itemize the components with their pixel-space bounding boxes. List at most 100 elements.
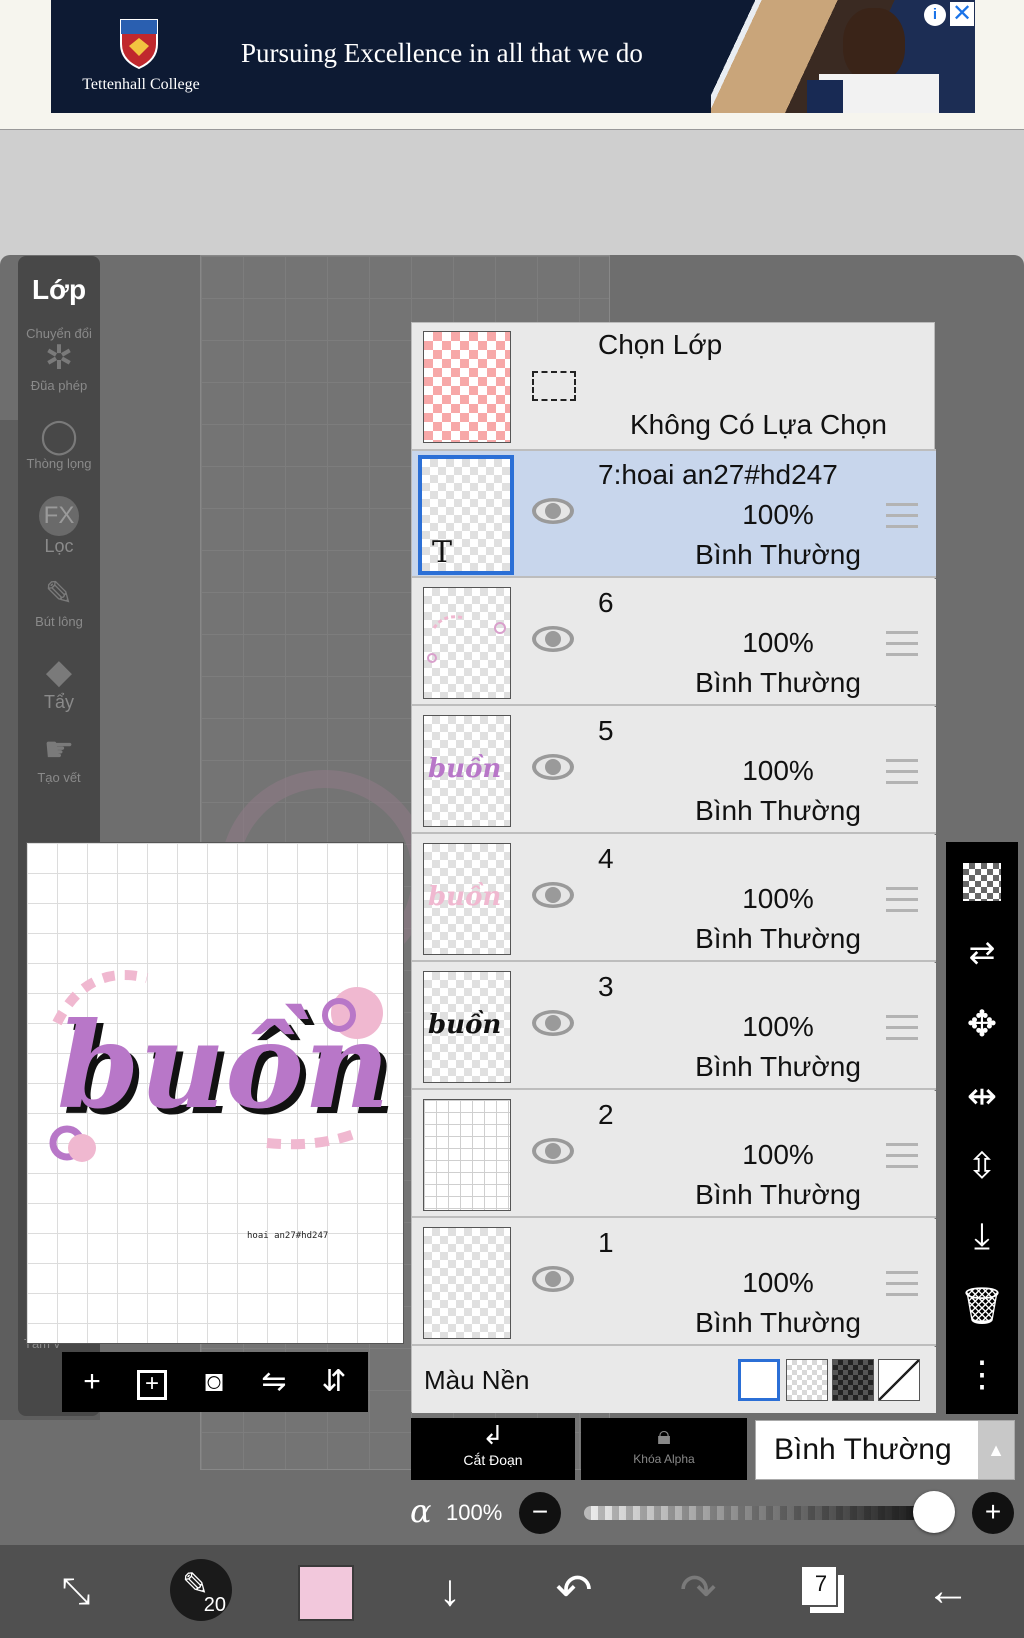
close-icon[interactable]: ✕ bbox=[950, 2, 974, 26]
lasso-icon: ◯ bbox=[39, 417, 79, 455]
layer-panel: Chọn Lớp Không Có Lựa Chọn T 7:hoai an27… bbox=[411, 322, 936, 1413]
layer-opacity: 100% bbox=[742, 499, 814, 530]
layer-row[interactable]: T 7:hoai an27#hd247 100% Bình Thường bbox=[412, 451, 936, 578]
alpha-symbol: α bbox=[410, 1492, 432, 1530]
tool-smudge[interactable]: ☛ Tạo vết bbox=[18, 730, 100, 785]
trash-icon[interactable]: 🗑︎ bbox=[946, 1274, 1018, 1338]
drag-handle-icon[interactable] bbox=[886, 1015, 918, 1041]
merge-down-icon[interactable]: ⤓ bbox=[946, 1204, 1018, 1268]
selection-status: Không Có Lựa Chọn bbox=[630, 409, 887, 440]
opacity-slider-handle[interactable] bbox=[913, 1491, 955, 1533]
tool-magic-wand[interactable]: ✲ Đũa phép bbox=[18, 338, 100, 393]
layer-opacity: 100% bbox=[742, 755, 814, 786]
bg-white-swatch[interactable] bbox=[738, 1359, 780, 1401]
layer-thumbnail bbox=[423, 587, 511, 699]
arrow-down-icon[interactable]: ↓ bbox=[420, 1561, 480, 1621]
fx-filter-icon: FX bbox=[18, 496, 100, 536]
preview-credit-text: hoai an27#hd247 bbox=[247, 1231, 329, 1241]
visibility-eye-icon[interactable] bbox=[530, 1135, 576, 1167]
blend-mode-value: Bình Thường bbox=[774, 1433, 952, 1466]
back-arrow-icon[interactable]: ← bbox=[918, 1561, 978, 1621]
layer-blend-mode: Bình Thường bbox=[695, 1179, 861, 1210]
selection-thumbnail bbox=[423, 331, 511, 443]
camera-icon[interactable]: ◙ bbox=[192, 1360, 236, 1404]
visibility-eye-icon[interactable] bbox=[530, 1007, 576, 1039]
visibility-eye-icon[interactable] bbox=[530, 751, 576, 783]
transparency-checker-icon[interactable] bbox=[946, 848, 1018, 912]
flip-vertical-icon[interactable]: ⇵ bbox=[312, 1360, 356, 1404]
bg-none-swatch[interactable] bbox=[878, 1359, 920, 1401]
swap-layers-icon[interactable]: ⇄ bbox=[946, 920, 1018, 984]
flip-vertical-icon[interactable]: ⇳ bbox=[946, 1134, 1018, 1198]
visibility-eye-icon[interactable] bbox=[530, 495, 576, 527]
layer-name: 2 bbox=[598, 1099, 614, 1130]
flip-horizontal-icon[interactable]: ⇹ bbox=[946, 1064, 1018, 1128]
alpha-lock-button[interactable]: 🔒︎ Khóa Alpha bbox=[581, 1418, 747, 1480]
undo-icon[interactable]: ↶ bbox=[544, 1561, 604, 1621]
drag-handle-icon[interactable] bbox=[886, 631, 918, 657]
layer-row[interactable]: 6 100% Bình Thường bbox=[412, 579, 936, 706]
canvas-preview[interactable]: buồn buồn hoai an27#hd247 bbox=[26, 842, 404, 1344]
brush-size-button[interactable]: ✎ 20 bbox=[170, 1559, 232, 1621]
magic-wand-icon: ✲ bbox=[44, 339, 74, 377]
bg-light-checker-swatch[interactable] bbox=[786, 1359, 828, 1401]
opacity-slider[interactable] bbox=[584, 1506, 934, 1520]
smudge-icon: ☛ bbox=[43, 731, 75, 769]
layer-blend-mode: Bình Thường bbox=[695, 539, 861, 570]
layer-name: 4 bbox=[598, 843, 614, 874]
ad-banner-strip: Tettenhall College Pursuing Excellence i… bbox=[0, 0, 1024, 130]
tool-lasso[interactable]: ◯ Thòng lọng bbox=[18, 416, 100, 471]
visibility-eye-icon[interactable] bbox=[530, 1263, 576, 1295]
layer-thumbnail bbox=[423, 1099, 511, 1211]
bg-dark-checker-swatch[interactable] bbox=[832, 1359, 874, 1401]
layer-opacity: 100% bbox=[742, 627, 814, 658]
layer-blend-mode: Bình Thường bbox=[695, 667, 861, 698]
opacity-decrease-button[interactable]: − bbox=[519, 1492, 561, 1534]
layer-blend-mode: Bình Thường bbox=[695, 1051, 861, 1082]
visibility-eye-icon[interactable] bbox=[530, 623, 576, 655]
tool-brush[interactable]: ✎ Bút lông bbox=[18, 574, 100, 629]
eraser-icon: ◆ bbox=[45, 653, 73, 691]
ad-college-name: Tettenhall College bbox=[82, 76, 200, 93]
clipping-arrow-icon: ↲ bbox=[482, 1420, 504, 1450]
transform-tool-icon[interactable]: ⤡ bbox=[46, 1561, 106, 1621]
selection-layer-row[interactable]: Chọn Lớp Không Có Lựa Chọn bbox=[412, 323, 936, 451]
drag-handle-icon[interactable] bbox=[886, 1143, 918, 1169]
drag-handle-icon[interactable] bbox=[886, 503, 918, 529]
tool-filter[interactable]: FX Lọc bbox=[18, 496, 100, 557]
marquee-selection-icon bbox=[532, 371, 576, 401]
layers-button[interactable]: 7 bbox=[800, 1565, 846, 1615]
add-layer-icon[interactable]: + bbox=[70, 1360, 114, 1404]
current-color-swatch[interactable] bbox=[298, 1565, 354, 1621]
flip-horizontal-icon[interactable]: ⇋ bbox=[252, 1360, 296, 1404]
ad-banner[interactable]: Tettenhall College Pursuing Excellence i… bbox=[51, 0, 975, 113]
info-icon[interactable]: i bbox=[924, 4, 946, 26]
layer-row[interactable]: buồn 5 100% Bình Thường bbox=[412, 707, 936, 834]
layer-row[interactable]: 1 100% Bình Thường bbox=[412, 1219, 936, 1346]
right-toolbar: ⇄ ✥ ⇹ ⇳ ⤓ 🗑︎ ⋮ bbox=[946, 842, 1018, 1414]
tool-eraser[interactable]: ◆ Tẩy bbox=[18, 652, 100, 713]
chevron-up-icon: ▲ bbox=[978, 1421, 1014, 1479]
redo-icon[interactable]: ↷ bbox=[668, 1561, 728, 1621]
move-icon[interactable]: ✥ bbox=[946, 992, 1018, 1056]
clipping-button[interactable]: ↲ Cắt Đoạn bbox=[411, 1418, 575, 1480]
layer-row[interactable]: 2 100% Bình Thường bbox=[412, 1091, 936, 1218]
blend-mode-select[interactable]: Bình Thường ▲ bbox=[755, 1420, 1015, 1480]
layer-name: 7:hoai an27#hd247 bbox=[598, 459, 838, 490]
layer-opacity: 100% bbox=[742, 1011, 814, 1042]
layer-row[interactable]: buồn 3 100% Bình Thường bbox=[412, 963, 936, 1090]
layer-blend-mode: Bình Thường bbox=[695, 795, 861, 826]
layer-opacity: 100% bbox=[742, 1267, 814, 1298]
layer-blend-mode: Bình Thường bbox=[695, 923, 861, 954]
drag-handle-icon[interactable] bbox=[886, 887, 918, 913]
more-vertical-icon[interactable]: ⋮ bbox=[946, 1342, 1018, 1406]
add-layer-square-icon[interactable]: + bbox=[130, 1360, 174, 1404]
drag-handle-icon[interactable] bbox=[886, 1271, 918, 1297]
svg-text:buồn: buồn bbox=[57, 996, 390, 1135]
layer-row[interactable]: buồn 4 100% Bình Thường bbox=[412, 835, 936, 962]
visibility-eye-icon[interactable] bbox=[530, 879, 576, 911]
layer-tool-title[interactable]: Lớp bbox=[18, 274, 100, 306]
opacity-increase-button[interactable]: + bbox=[972, 1492, 1014, 1534]
layer-name: 1 bbox=[598, 1227, 614, 1258]
drag-handle-icon[interactable] bbox=[886, 759, 918, 785]
